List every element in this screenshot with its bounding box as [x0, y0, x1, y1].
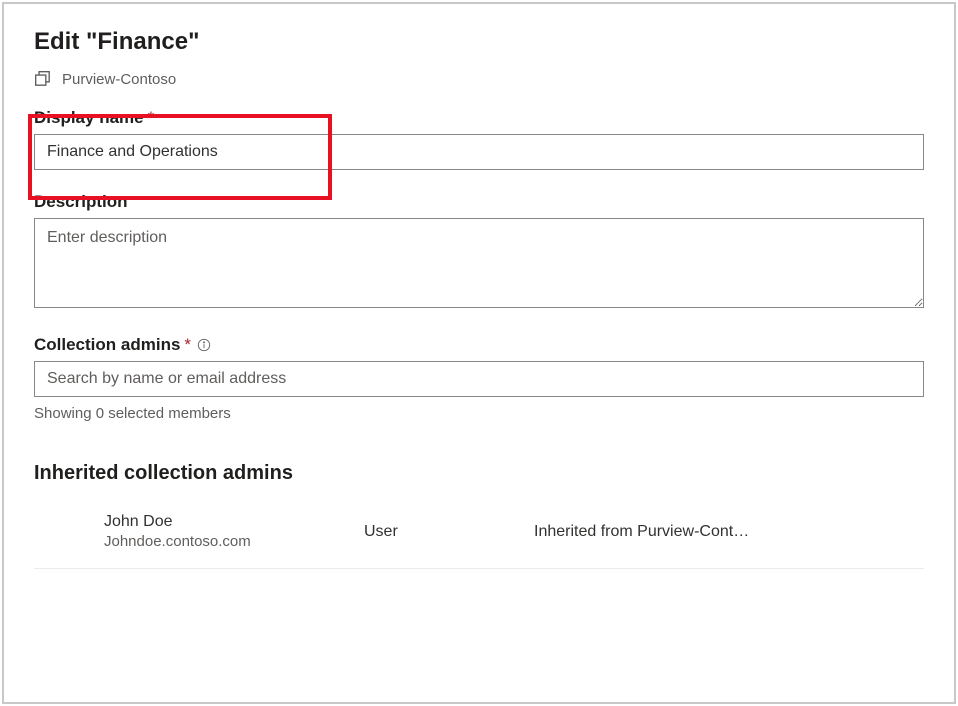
page-title: Edit "Finance"	[34, 28, 924, 56]
admin-identity: John Doe Johndoe.contoso.com	[104, 513, 364, 550]
display-name-input[interactable]	[34, 134, 924, 170]
description-label: Description	[34, 192, 924, 212]
required-asterisk: *	[148, 108, 155, 128]
collection-admins-search-input[interactable]	[34, 361, 924, 397]
description-group: Description	[34, 192, 924, 313]
breadcrumb-parent: Purview-Contoso	[62, 71, 176, 88]
collection-hierarchy-icon	[34, 70, 52, 88]
inherited-admins-heading: Inherited collection admins	[34, 462, 924, 485]
admin-name: John Doe	[104, 513, 364, 531]
collection-admins-group: Collection admins * Showing 0 selected m…	[34, 335, 924, 422]
admin-email: Johndoe.contoso.com	[104, 533, 364, 550]
display-name-label: Display name *	[34, 108, 924, 128]
selected-members-count: Showing 0 selected members	[34, 405, 924, 422]
info-icon[interactable]	[197, 338, 211, 352]
admin-type: User	[364, 523, 534, 541]
collection-admins-label: Collection admins *	[34, 335, 924, 355]
display-name-group: Display name *	[34, 108, 924, 170]
description-input[interactable]	[34, 218, 924, 308]
admin-inherited-source: Inherited from Purview-Cont…	[534, 523, 924, 541]
edit-collection-panel: Edit "Finance" Purview-Contoso Display n…	[2, 2, 956, 704]
table-row: John Doe Johndoe.contoso.com User Inheri…	[34, 503, 924, 569]
required-asterisk: *	[184, 335, 191, 355]
breadcrumb: Purview-Contoso	[34, 70, 924, 88]
